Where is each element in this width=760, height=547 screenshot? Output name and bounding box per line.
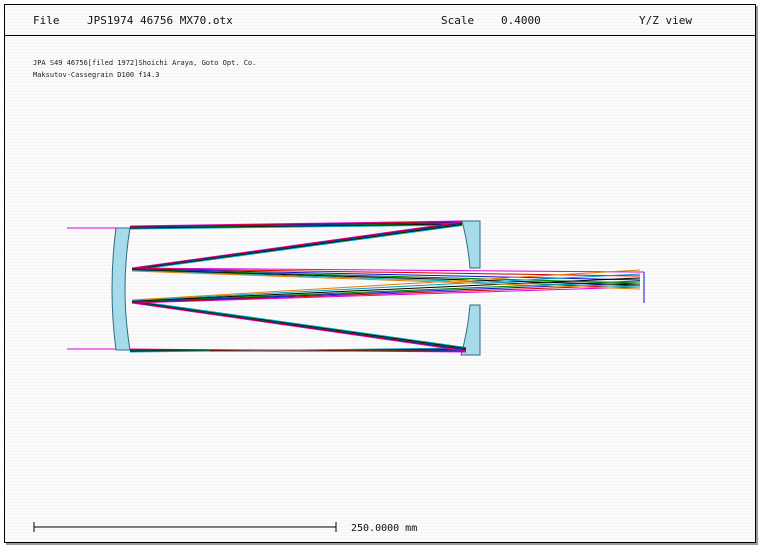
ray-to-focus-upper [131,270,641,290]
ray-reflected-lower [131,300,467,349]
ray-reflected-upper [131,225,463,271]
scale-bar [33,522,337,532]
ray-reflected-upper [131,222,463,269]
ray-reflected-lower [131,301,467,350]
ray-reflected-lower [131,301,467,351]
ray-traces [67,220,641,353]
ray-reflected-upper [131,223,463,270]
ray-reflected-lower [131,300,467,348]
ray-reflected-upper [131,224,463,271]
optical-layout-diagram [33,220,645,532]
ray-reflected-upper [131,221,463,269]
meniscus-corrector-lens [111,227,131,351]
ray-reflected-lower [131,302,467,352]
primary-mirror-upper [461,220,481,269]
ray-reflected-lower [131,302,467,351]
ray-reflected-upper [131,222,463,270]
